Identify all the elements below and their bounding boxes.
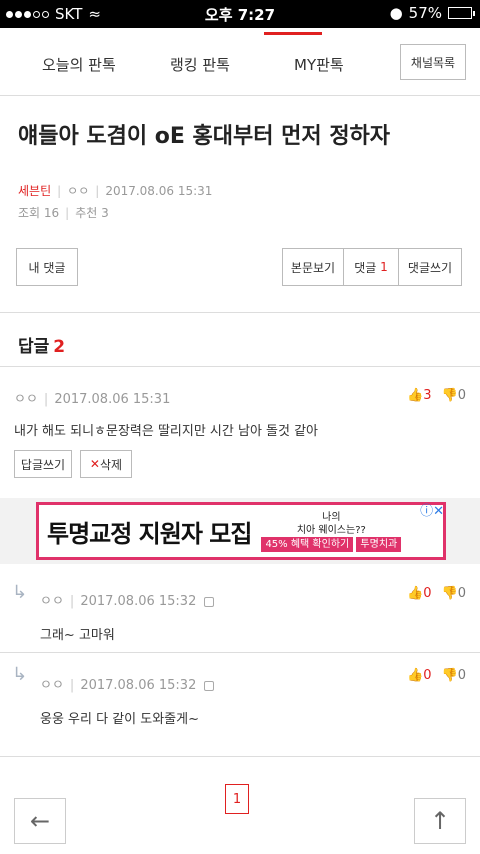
page-number[interactable]: 1: [225, 784, 249, 814]
delete-button[interactable]: ✕ 삭제: [80, 450, 132, 478]
lock-icon: [204, 680, 215, 691]
ad-line1: 나의: [322, 511, 341, 523]
ad-close-icon[interactable]: ⓘ✕: [420, 500, 444, 519]
divider: [0, 366, 480, 367]
reply-button[interactable]: 답글쓰기: [14, 450, 72, 478]
delete-label: 삭제: [99, 457, 123, 472]
replies-label: 답글: [18, 337, 50, 357]
channel-list-button[interactable]: 채널목록: [400, 44, 466, 80]
top-nav: 오늘의 판톡 랭킹 판톡 MY판톡 채널목록: [0, 28, 480, 96]
view-post-button[interactable]: 본문보기: [282, 248, 344, 286]
reply-arrow-icon: ↳: [12, 664, 28, 685]
comment-date: 2017.08.06 15:31: [54, 392, 171, 407]
post-date: 2017.08.06 15:31: [105, 184, 213, 198]
back-arrow-icon[interactable]: ←: [14, 798, 66, 844]
comment-votes: 👍0 👎0: [407, 668, 466, 683]
downvote-button[interactable]: 👎0: [442, 388, 466, 403]
post-nick: ㅇㅇ: [67, 184, 90, 198]
battery-percent: 57%: [408, 4, 442, 22]
reply-arrow-icon: ↳: [12, 582, 28, 603]
comment-count: 1: [380, 260, 388, 274]
comment-meta: ㅇㅇ | 2017.08.06 15:31: [14, 392, 171, 407]
tab-ranking[interactable]: 랭킹 판톡: [170, 54, 230, 75]
comment-meta: ㅇㅇ | 2017.08.06 15:32: [40, 674, 215, 693]
comment-meta: ㅇㅇ | 2017.08.06 15:32: [40, 590, 215, 609]
comment-nick: ㅇㅇ: [40, 678, 64, 693]
comment-votes: 👍0 👎0: [407, 586, 466, 601]
upvote-button[interactable]: 👍0: [407, 586, 431, 601]
comment-date: 2017.08.06 15:32: [80, 594, 197, 609]
divider: [0, 312, 480, 313]
comment-button[interactable]: 댓글 1: [343, 248, 399, 286]
tab-today[interactable]: 오늘의 판톡: [42, 54, 116, 75]
ad-banner[interactable]: 투명교정 지원자 모집 나의 치아 웨이스는?? 45% 혜택 확인하기 투명치…: [0, 498, 480, 564]
ad-brand: 투명치과: [356, 536, 402, 552]
post-meta: 세븐틴 | ㅇㅇ | 2017.08.06 15:31 조회 16 | 추천 3: [18, 184, 213, 220]
comment-text: 내가 해도 되니ㅎ문장력은 딸리지만 시간 남아 돌것 같아: [14, 424, 319, 439]
replies-header: 답글 2: [18, 332, 65, 357]
comment-date: 2017.08.06 15:32: [80, 678, 197, 693]
upvote-button[interactable]: 👍0: [407, 668, 431, 683]
write-comment-button[interactable]: 댓글쓰기: [398, 248, 462, 286]
downvote-button[interactable]: 👎0: [442, 668, 466, 683]
divider: [0, 652, 480, 653]
comment-text: 그래~ 고마워: [40, 628, 115, 643]
battery-icon: [448, 7, 475, 19]
ad-creative[interactable]: 투명교정 지원자 모집 나의 치아 웨이스는?? 45% 혜택 확인하기 투명치…: [36, 502, 446, 560]
comment-nick: ㅇㅇ: [40, 594, 64, 609]
ad-badge: 45% 혜택 확인하기: [261, 536, 354, 552]
divider: [0, 756, 480, 757]
comment-label: 댓글: [354, 260, 377, 275]
replies-count: 2: [53, 337, 66, 357]
tab-my[interactable]: MY판톡: [294, 54, 344, 75]
post-author[interactable]: 세븐틴: [18, 184, 51, 198]
post-views: 조회 16: [18, 206, 60, 220]
delete-icon: ✕: [89, 457, 100, 471]
rotation-lock-icon: ●: [389, 4, 403, 22]
upvote-button[interactable]: 👍3: [407, 388, 431, 403]
scroll-top-icon[interactable]: ↑: [414, 798, 466, 844]
ad-side: 나의 치아 웨이스는?? 45% 혜택 확인하기 투명치과: [261, 511, 402, 552]
active-tab-indicator: [264, 32, 322, 35]
status-bar: SKT ≈ 오후 7:27 ● 57%: [0, 0, 480, 28]
my-reply-button[interactable]: 내 댓글: [16, 248, 78, 286]
post-recommend: 추천 3: [75, 206, 109, 220]
post-title: 얘들아 도겸이 oE 홍대부터 먼저 정하자: [18, 124, 391, 149]
ad-headline: 투명교정 지원자 모집: [47, 519, 252, 548]
status-right: ● 57%: [389, 4, 475, 22]
comment-nick: ㅇㅇ: [14, 392, 38, 407]
comment-text: 웅웅 우리 다 같이 도와줄게~: [40, 712, 199, 727]
comment-votes: 👍3 👎0: [407, 388, 466, 403]
downvote-button[interactable]: 👎0: [442, 586, 466, 601]
lock-icon: [204, 596, 215, 607]
ad-line2: 치아 웨이스는??: [296, 524, 366, 536]
